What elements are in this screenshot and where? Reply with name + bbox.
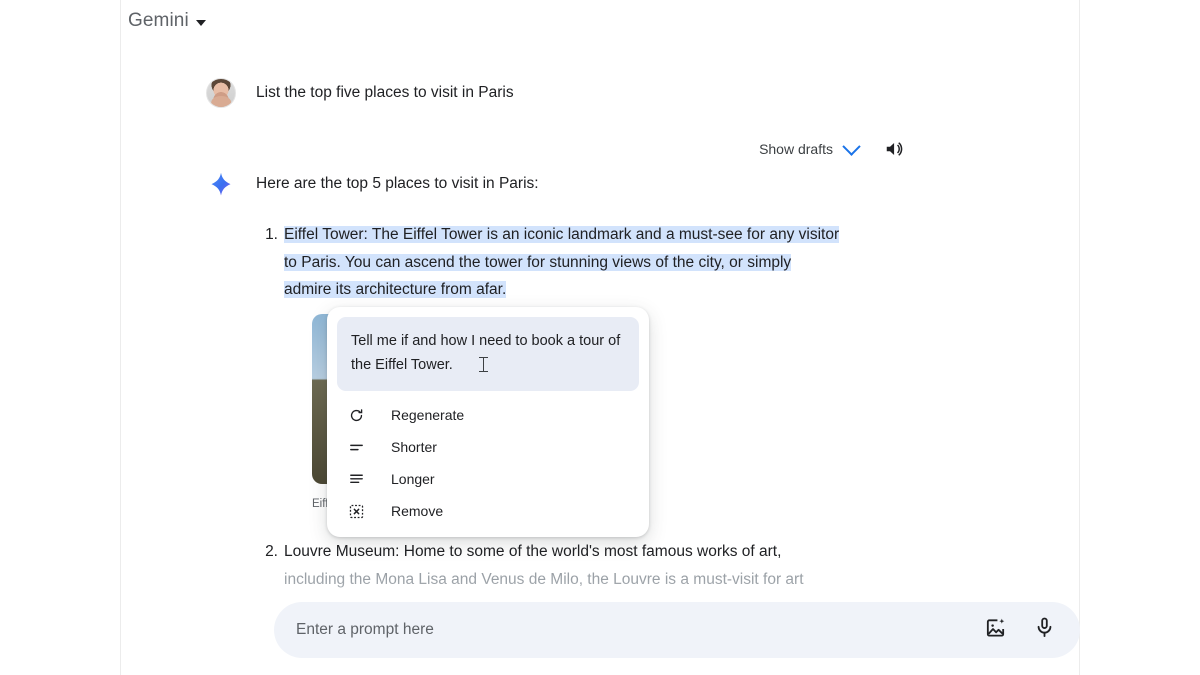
avatar — [206, 78, 236, 108]
page-title: Gemini — [128, 10, 189, 31]
show-drafts-label: Show drafts — [759, 141, 833, 157]
text-cursor-icon — [478, 357, 488, 373]
list-item-number: 1. — [265, 226, 278, 243]
menu-item-label: Remove — [391, 503, 444, 519]
model-lead-text: Here are the top 5 places to visit in Pa… — [256, 175, 539, 192]
gemini-sparkle-icon — [206, 170, 236, 205]
chevron-down-icon — [842, 136, 861, 156]
app-header[interactable]: Gemini — [128, 10, 206, 32]
list-item-line: admire its architecture from afar. — [284, 281, 507, 298]
list-item-number: 2. — [265, 543, 278, 560]
list-item: 2. Louvre Museum: Home to some of the wo… — [256, 538, 876, 593]
add-image-icon[interactable] — [984, 616, 1007, 644]
microphone-icon[interactable] — [1033, 616, 1056, 644]
user-message-text: List the top five places to visit in Par… — [256, 84, 514, 101]
list-item-line: including the Mona Lisa and Venus de Mil… — [284, 570, 804, 588]
selection-action-popup: Tell me if and how I need to book a tour… — [327, 307, 649, 537]
refresh-icon — [347, 406, 365, 424]
menu-item-shorter[interactable]: Shorter — [337, 431, 639, 463]
speaker-icon[interactable] — [884, 138, 906, 160]
app-window: Gemini List the top five places to visit… — [0, 0, 1200, 675]
popup-prompt-input[interactable]: Tell me if and how I need to book a tour… — [337, 317, 639, 391]
list-item-line: Eiffel Tower: The Eiffel Tower is an ico… — [284, 226, 840, 243]
response-action-strip: Show drafts — [759, 136, 906, 160]
list-item-line: Louvre Museum: Home to some of the world… — [284, 543, 782, 560]
menu-item-label: Shorter — [391, 439, 437, 455]
show-drafts-button[interactable]: Show drafts — [759, 136, 861, 157]
menu-item-longer[interactable]: Longer — [337, 463, 639, 495]
menu-item-remove[interactable]: Remove — [337, 495, 639, 527]
menu-item-label: Regenerate — [391, 407, 465, 423]
chevron-down-icon[interactable] — [195, 19, 206, 26]
composer-icon-group — [984, 616, 1056, 644]
shorter-lines-icon — [347, 438, 365, 456]
list-item-line: to Paris. You can ascend the tower for s… — [284, 253, 792, 271]
menu-item-label: Longer — [391, 471, 435, 487]
popup-menu: Regenerate Shorter Longer Remove — [337, 391, 639, 529]
search-input[interactable] — [296, 621, 984, 639]
longer-lines-icon — [347, 470, 365, 488]
menu-item-regenerate[interactable]: Regenerate — [337, 399, 639, 431]
remove-box-icon — [347, 502, 365, 520]
user-message-row: List the top five places to visit in Par… — [206, 78, 514, 108]
prompt-composer[interactable] — [274, 602, 1080, 658]
